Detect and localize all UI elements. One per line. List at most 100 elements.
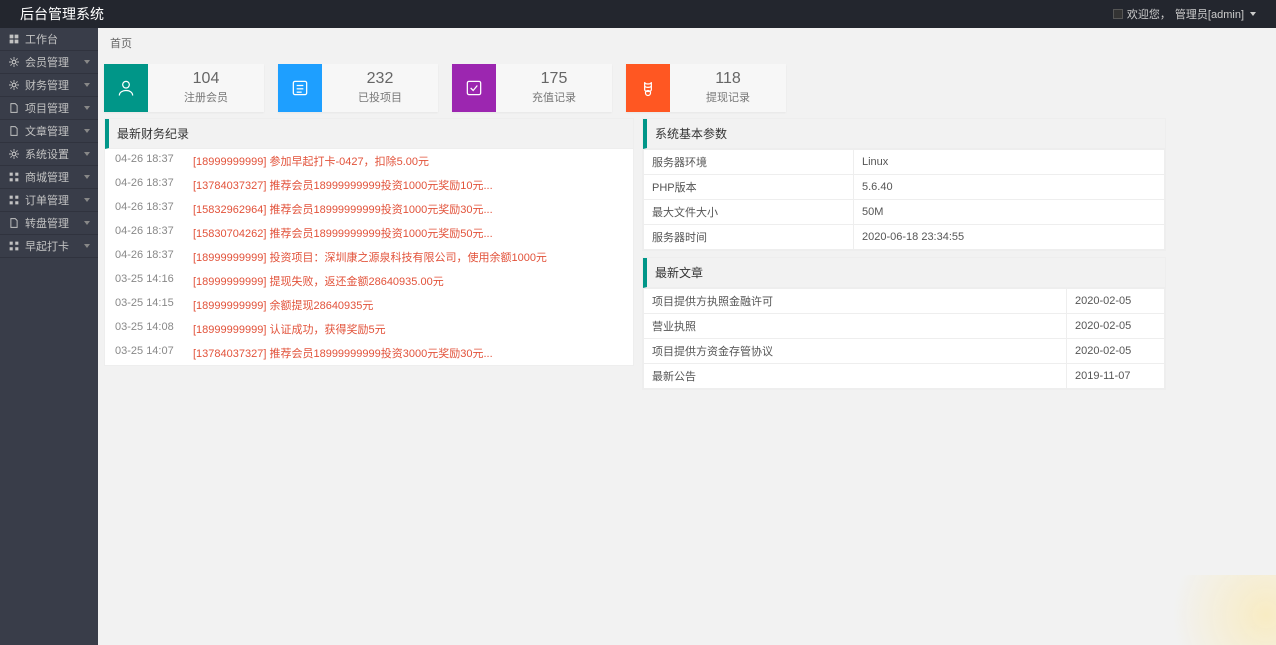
grid-icon <box>8 195 20 205</box>
gear-icon <box>8 149 20 159</box>
sidebar-item-7[interactable]: 订单管理 <box>0 189 98 212</box>
finance-text: [13784037327] 推荐会员18999999999投资3000元奖励30… <box>193 345 493 361</box>
user-icon <box>104 64 148 112</box>
sidebar-item-label: 会员管理 <box>25 54 84 70</box>
stat-row: 104 注册会员 232 已投项目 175充值记录 118提现记录 <box>98 58 1276 118</box>
file-icon <box>8 218 20 228</box>
finance-text: [18999999999] 余额提现28640935元 <box>193 297 373 313</box>
article-row[interactable]: 最新公告2019-11-07 <box>644 364 1165 389</box>
chevron-down-icon <box>84 175 90 179</box>
chevron-down-icon <box>1250 12 1256 16</box>
sysinfo-row: 最大文件大小50M <box>644 200 1165 225</box>
panel-sysinfo: 系统基本参数 服务器环境LinuxPHP版本5.6.40最大文件大小50M服务器… <box>642 118 1166 251</box>
sysinfo-row: 服务器环境Linux <box>644 150 1165 175</box>
stat-label: 注册会员 <box>184 89 228 105</box>
article-date: 2019-11-07 <box>1067 364 1165 389</box>
panel-articles: 最新文章 项目提供方执照金融许可2020-02-05营业执照2020-02-05… <box>642 257 1166 390</box>
stat-body: 175充值记录 <box>496 64 612 112</box>
app-header: 后台管理系统 欢迎您， 管理员[admin] <box>0 0 1276 28</box>
sysinfo-key: 最大文件大小 <box>644 200 854 225</box>
main-area: 首页 104 注册会员 232 已投项目 175充值记录 118提现记录 最新财务纪录 0… <box>98 28 1276 645</box>
article-title: 最新公告 <box>644 364 1067 389</box>
stat-card-3[interactable]: 118提现记录 <box>626 64 786 112</box>
sidebar-item-6[interactable]: 商城管理 <box>0 166 98 189</box>
article-row[interactable]: 营业执照2020-02-05 <box>644 314 1165 339</box>
sidebar-item-label: 工作台 <box>25 31 90 47</box>
finance-date: 04-26 18:37 <box>115 249 179 265</box>
sysinfo-value: 5.6.40 <box>854 175 1165 200</box>
sidebar-item-5[interactable]: 系统设置 <box>0 143 98 166</box>
panel-articles-title: 最新文章 <box>643 258 1165 288</box>
stat-value: 232 <box>367 71 394 87</box>
article-title: 项目提供方执照金融许可 <box>644 289 1067 314</box>
sysinfo-row: PHP版本5.6.40 <box>644 175 1165 200</box>
sysinfo-table: 服务器环境LinuxPHP版本5.6.40最大文件大小50M服务器时间2020-… <box>643 149 1165 250</box>
stat-label: 充值记录 <box>532 89 576 105</box>
welcome-text: 欢迎您， <box>1127 6 1171 22</box>
finance-row[interactable]: 04-26 18:37[15830704262] 推荐会员18999999999… <box>105 221 633 245</box>
stat-label: 已投项目 <box>358 89 402 105</box>
sidebar-item-label: 订单管理 <box>25 192 84 208</box>
stat-card-1[interactable]: 232 已投项目 <box>278 64 438 112</box>
sidebar-item-2[interactable]: 财务管理 <box>0 74 98 97</box>
finance-row[interactable]: 04-26 18:37[15832962964] 推荐会员18999999999… <box>105 197 633 221</box>
finance-row[interactable]: 04-26 18:37[13784037327] 推荐会员18999999999… <box>105 173 633 197</box>
article-row[interactable]: 项目提供方执照金融许可2020-02-05 <box>644 289 1165 314</box>
finance-text: [15830704262] 推荐会员18999999999投资1000元奖励50… <box>193 225 493 241</box>
sidebar-item-3[interactable]: 项目管理 <box>0 97 98 120</box>
finance-row[interactable]: 03-25 14:07[13784037327] 推荐会员18999999999… <box>105 341 633 365</box>
grid-icon <box>8 241 20 251</box>
finance-row[interactable]: 03-25 14:08 [18999999999] 认证成功，获得奖励5元 <box>105 317 633 341</box>
sidebar-item-8[interactable]: 转盘管理 <box>0 212 98 235</box>
chevron-down-icon <box>84 129 90 133</box>
sysinfo-key: PHP版本 <box>644 175 854 200</box>
finance-text: [18999999999] 提现失败，返还金额28640935.00元 <box>193 273 444 289</box>
money-icon <box>626 64 670 112</box>
finance-row[interactable]: 04-26 18:37[18999999999] 参加早起打卡-0427，扣除5… <box>105 149 633 173</box>
article-row[interactable]: 项目提供方资金存管协议2020-02-05 <box>644 339 1165 364</box>
articles-table: 项目提供方执照金融许可2020-02-05营业执照2020-02-05项目提供方… <box>643 288 1165 389</box>
stat-value: 104 <box>193 71 220 87</box>
sidebar-item-9[interactable]: 早起打卡 <box>0 235 98 258</box>
finance-row[interactable]: 03-25 14:16 [18999999999] 提现失败，返还金额286409… <box>105 269 633 293</box>
chevron-down-icon <box>84 60 90 64</box>
check-icon <box>452 64 496 112</box>
chevron-down-icon <box>84 198 90 202</box>
sidebar-item-label: 项目管理 <box>25 100 84 116</box>
sidebar-item-label: 系统设置 <box>25 146 84 162</box>
finance-date: 04-26 18:37 <box>115 153 179 169</box>
finance-date: 04-26 18:37 <box>115 201 179 217</box>
gear-icon <box>8 57 20 67</box>
sidebar-item-label: 财务管理 <box>25 77 84 93</box>
sidebar-item-4[interactable]: 文章管理 <box>0 120 98 143</box>
finance-text: [18999999999] 投资项目：深圳康之源泉科技有限公司，使用余额1000… <box>193 249 547 265</box>
sysinfo-key: 服务器环境 <box>644 150 854 175</box>
stat-card-0[interactable]: 104 注册会员 <box>104 64 264 112</box>
finance-text: [13784037327] 推荐会员18999999999投资1000元奖励10… <box>193 177 493 193</box>
avatar-icon <box>1113 9 1123 19</box>
finance-date: 03-25 14:16 <box>115 273 179 289</box>
sidebar-item-label: 商城管理 <box>25 169 84 185</box>
user-menu[interactable]: 欢迎您， 管理员[admin] <box>1113 6 1256 22</box>
finance-row[interactable]: 04-26 18:37 [18999999999] 投资项目：深圳康之源泉科技有限… <box>105 245 633 269</box>
stat-body: 232 已投项目 <box>322 64 438 112</box>
chevron-down-icon <box>84 106 90 110</box>
sysinfo-value: Linux <box>854 150 1165 175</box>
finance-list: 04-26 18:37[18999999999] 参加早起打卡-0427，扣除5… <box>105 149 633 365</box>
finance-text: [18999999999] 认证成功，获得奖励5元 <box>193 321 386 337</box>
sidebar-item-label: 早起打卡 <box>25 238 84 254</box>
sidebar-item-label: 文章管理 <box>25 123 84 139</box>
panel-finance: 最新财务纪录 04-26 18:37[18999999999] 参加早起打卡-0… <box>104 118 634 366</box>
panel-sysinfo-title: 系统基本参数 <box>643 119 1165 149</box>
sidebar-item-0[interactable]: 工作台 <box>0 28 98 51</box>
gear-icon <box>8 80 20 90</box>
dashboard-icon <box>8 34 20 44</box>
sidebar: 工作台会员管理财务管理项目管理文章管理系统设置商城管理订单管理转盘管理早起打卡 <box>0 28 98 645</box>
stat-card-2[interactable]: 175充值记录 <box>452 64 612 112</box>
breadcrumb: 首页 <box>98 28 1276 58</box>
app-title: 后台管理系统 <box>20 4 104 24</box>
finance-date: 03-25 14:08 <box>115 321 179 337</box>
breadcrumb-home[interactable]: 首页 <box>110 35 132 51</box>
finance-row[interactable]: 03-25 14:15[18999999999] 余额提现28640935元 <box>105 293 633 317</box>
sidebar-item-1[interactable]: 会员管理 <box>0 51 98 74</box>
